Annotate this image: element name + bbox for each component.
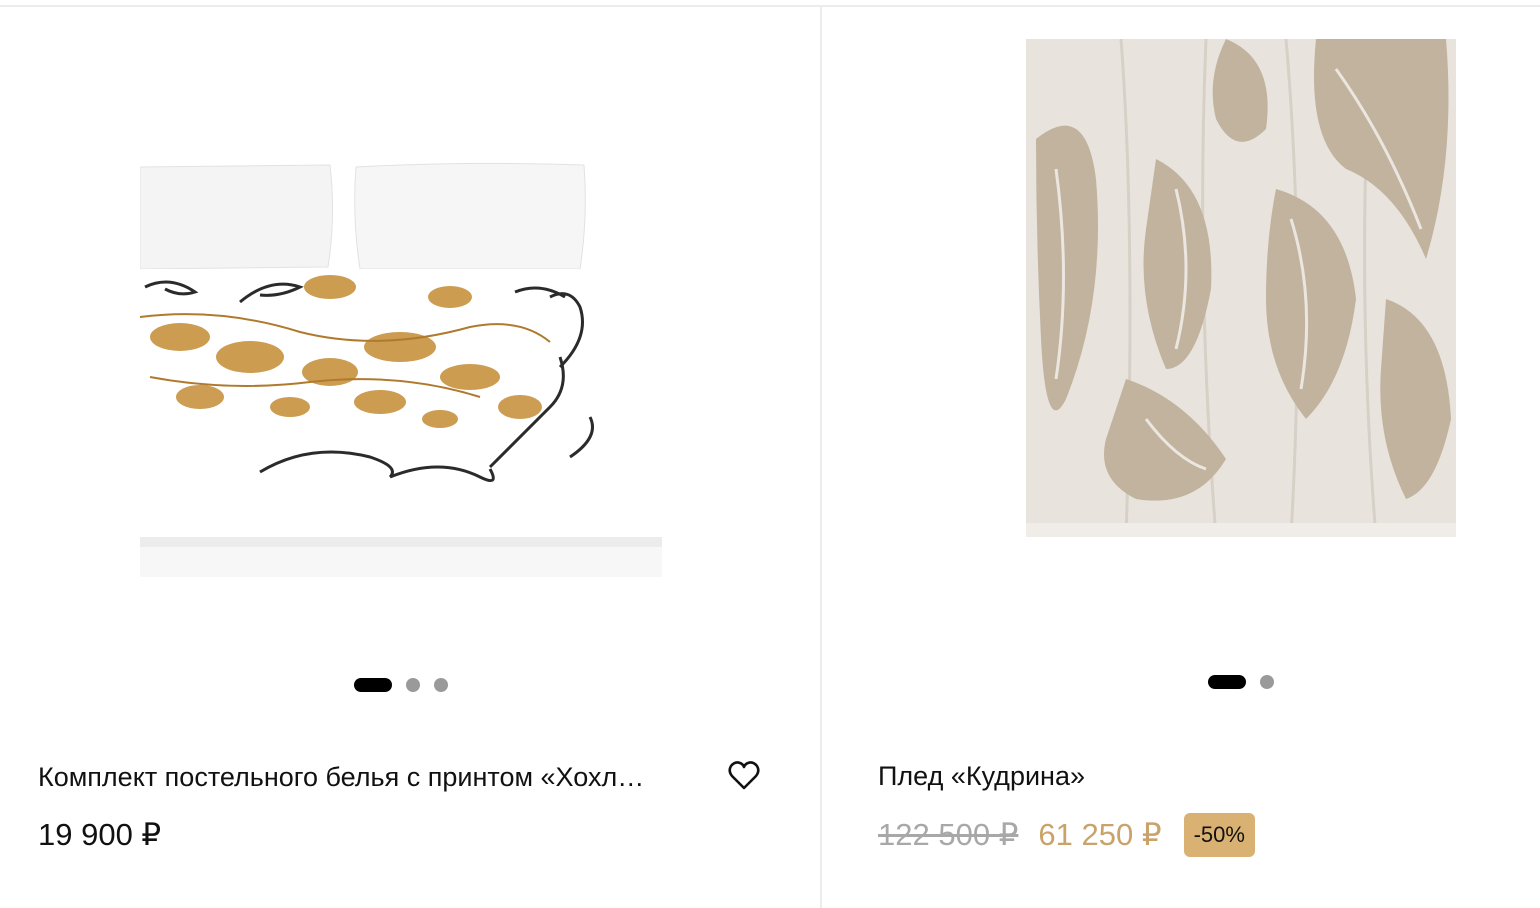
carousel-dot-2[interactable] bbox=[1260, 675, 1274, 689]
product-image-blanket[interactable] bbox=[1026, 39, 1456, 537]
carousel-dots bbox=[1208, 675, 1274, 689]
bedding-image bbox=[140, 162, 662, 577]
product-card-blanket[interactable]: Плед «Кудрина» 122 500 ₽ 61 250 ₽ -50% bbox=[822, 7, 1540, 908]
sale-price: 61 250 ₽ bbox=[1038, 817, 1162, 852]
carousel-dots bbox=[354, 678, 448, 692]
product-card-bedding[interactable]: Комплект постельного белья с принтом «Хо… bbox=[0, 7, 820, 908]
product-title[interactable]: Комплект постельного белья с принтом «Хо… bbox=[38, 760, 670, 794]
carousel-dot-1[interactable] bbox=[1208, 675, 1246, 689]
carousel-dot-2[interactable] bbox=[406, 678, 420, 692]
throw-blanket-image bbox=[1026, 39, 1456, 537]
current-price: 19 900 ₽ bbox=[38, 817, 162, 852]
old-price: 122 500 ₽ bbox=[878, 817, 1019, 852]
price-row: 122 500 ₽ 61 250 ₽ -50% bbox=[878, 813, 1255, 857]
carousel-dot-3[interactable] bbox=[434, 678, 448, 692]
product-image-bedding[interactable] bbox=[140, 157, 662, 577]
heart-outline-icon[interactable] bbox=[727, 760, 761, 792]
discount-badge: -50% bbox=[1183, 813, 1255, 857]
price-row: 19 900 ₽ bbox=[38, 815, 161, 855]
product-title[interactable]: Плед «Кудрина» bbox=[878, 759, 1478, 793]
carousel-dot-1[interactable] bbox=[354, 678, 392, 692]
